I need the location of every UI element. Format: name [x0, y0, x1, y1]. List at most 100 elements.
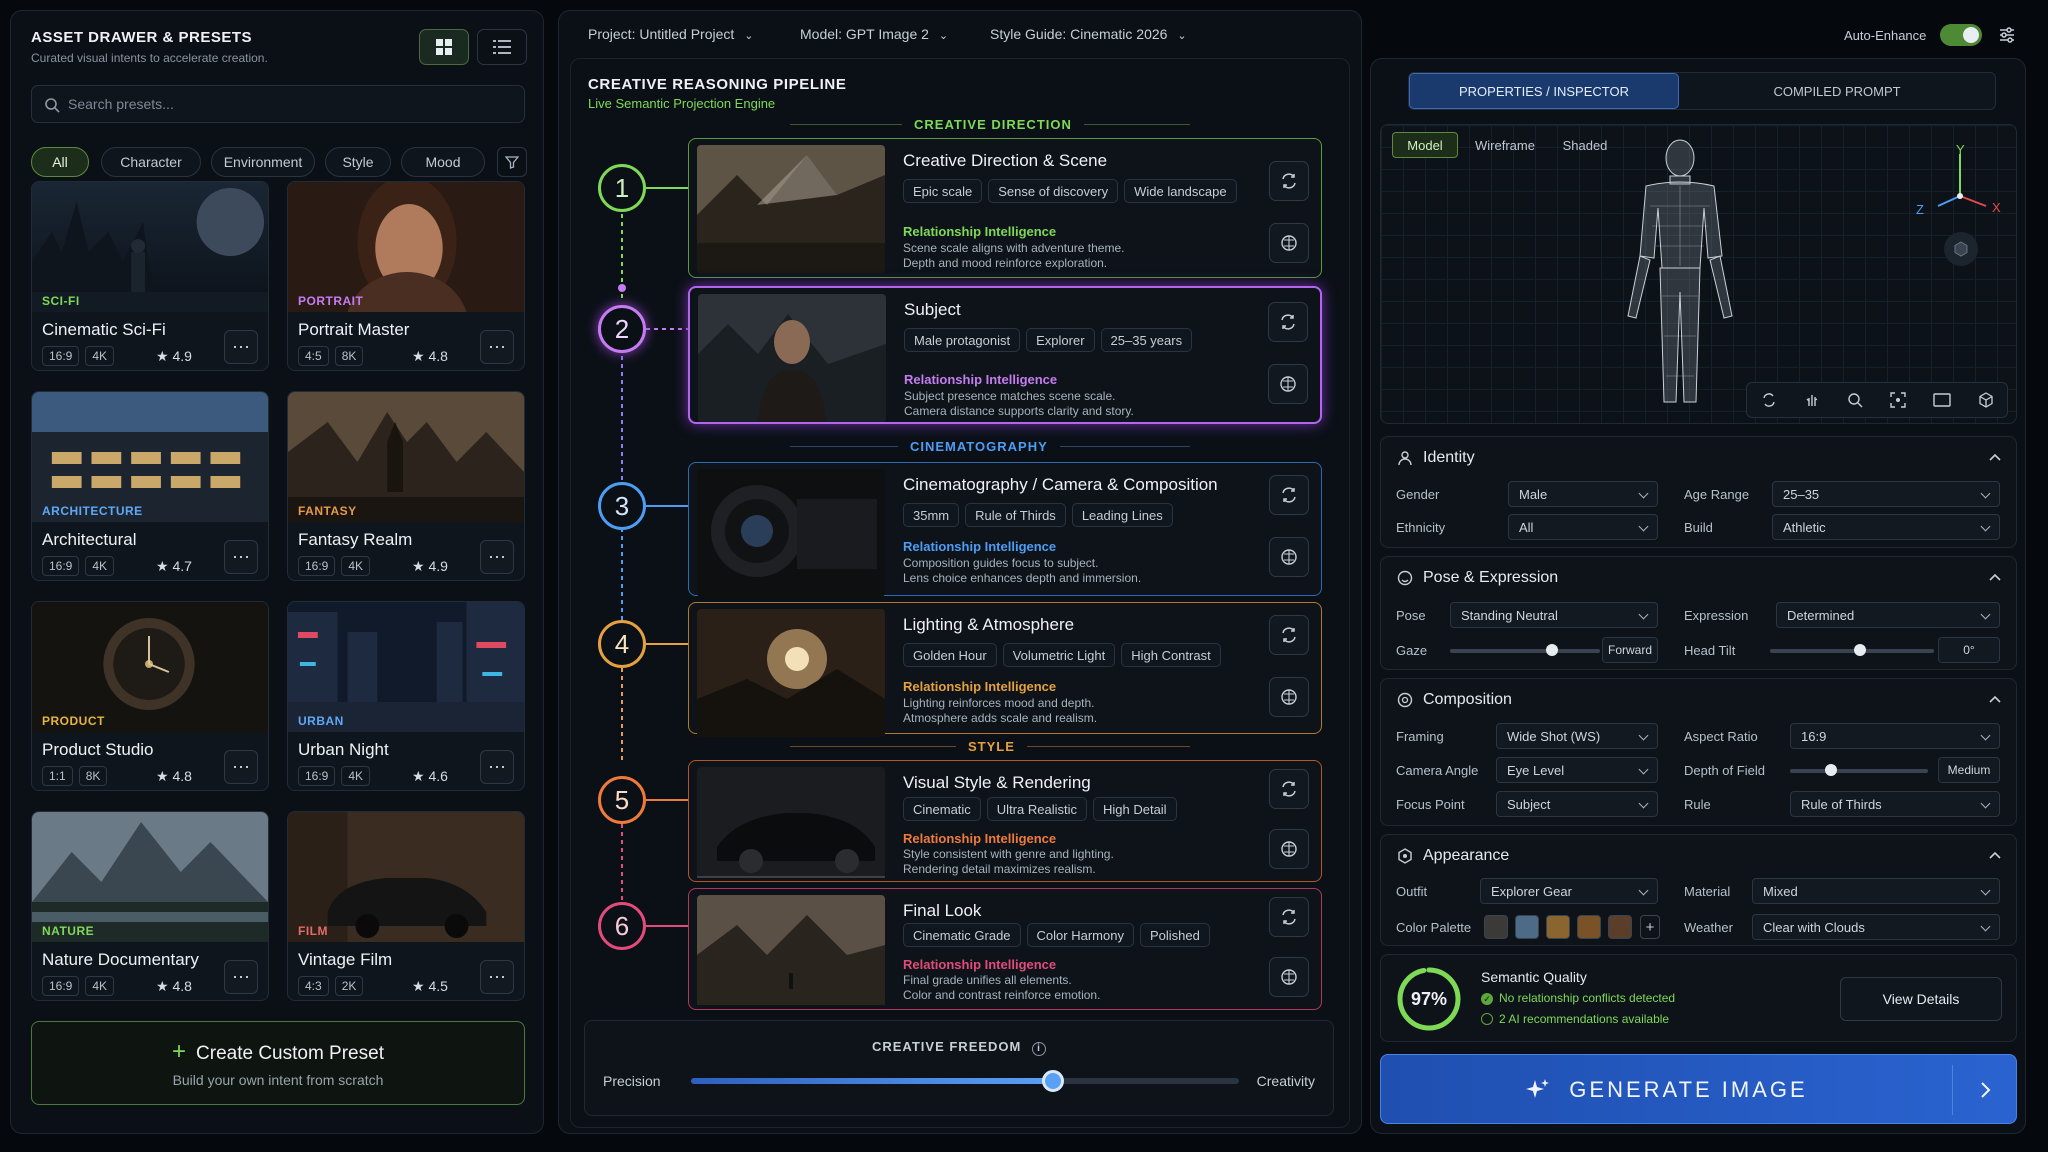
build-select[interactable]: Athletic	[1772, 514, 2000, 540]
step-card-lighting[interactable]: Lighting & Atmosphere Golden Hour Volumet…	[688, 602, 1322, 737]
filter-options-button[interactable]	[497, 147, 527, 177]
color-swatch[interactable]	[1515, 915, 1539, 939]
filter-environment[interactable]: Environment	[211, 147, 315, 177]
pan-hand-icon[interactable]	[1804, 392, 1820, 408]
more-options-button[interactable]: ⋯	[480, 960, 514, 994]
step-card-subject[interactable]: Subject Male protagonist Explorer 25–35 ye…	[688, 286, 1322, 424]
depth-of-field-slider[interactable]	[1790, 764, 1928, 776]
focus-point-select[interactable]: Subject	[1496, 791, 1658, 817]
step-chip[interactable]: High Detail	[1092, 797, 1177, 821]
slider-thumb[interactable]	[1041, 1070, 1064, 1092]
chevron-up-icon[interactable]	[1988, 571, 2002, 585]
project-selector[interactable]: Project: Untitled Project ⌄	[588, 26, 753, 42]
tab-compiled-prompt[interactable]: COMPILED PROMPT	[1680, 73, 1994, 109]
chevron-up-icon[interactable]	[1988, 693, 2002, 707]
preset-card-portrait[interactable]: PORTRAIT Portrait Master 4:5 8K ★ 4.8 ⋯	[287, 181, 525, 371]
outfit-select[interactable]: Explorer Gear	[1480, 878, 1658, 904]
material-select[interactable]: Mixed	[1752, 878, 2000, 904]
color-swatch[interactable]	[1577, 915, 1601, 939]
regenerate-button[interactable]	[1269, 769, 1309, 809]
step-chip[interactable]: Color Harmony	[1026, 923, 1134, 947]
model-selector[interactable]: Model: GPT Image 2 ⌄	[800, 26, 948, 42]
generate-image-button[interactable]: GENERATE IMAGE	[1380, 1054, 2017, 1124]
regenerate-button[interactable]	[1269, 615, 1309, 655]
step-chip[interactable]: Ultra Realistic	[986, 797, 1087, 821]
preset-card-product[interactable]: PRODUCT Product Studio 1:1 8K ★ 4.8 ⋯	[31, 601, 269, 791]
settings-sliders-icon[interactable]	[1998, 26, 2016, 44]
info-icon[interactable]: i	[1032, 1042, 1046, 1056]
step-chip[interactable]: Explorer	[1026, 328, 1095, 352]
step-chip[interactable]: Cinematic Grade	[903, 923, 1021, 947]
preset-card-scifi[interactable]: SCI-FI Cinematic Sci-Fi 16:9 4K ★ 4.9 ⋯	[31, 181, 269, 371]
preset-card-nature[interactable]: NATURE Nature Documentary 16:9 4K ★ 4.8 ⋯	[31, 811, 269, 1001]
step-chip[interactable]: Wide landscape	[1124, 179, 1237, 203]
step-chip[interactable]: Volumetric Light	[1002, 643, 1116, 667]
chevron-right-icon[interactable]	[1980, 1081, 1992, 1099]
framing-select[interactable]: Wide Shot (WS)	[1496, 723, 1658, 749]
step-card-final-look[interactable]: Final Look Cinematic Grade Color Harmony P…	[688, 888, 1322, 1010]
auto-enhance-toggle[interactable]	[1940, 24, 1982, 46]
more-options-button[interactable]: ⋯	[224, 750, 258, 784]
search-input[interactable]: Search presets...	[31, 85, 525, 123]
regenerate-button[interactable]	[1268, 302, 1308, 342]
camera-angle-select[interactable]: Eye Level	[1496, 757, 1658, 783]
more-options-button[interactable]: ⋯	[224, 960, 258, 994]
step-card-visual-style[interactable]: Visual Style & Rendering Cinematic Ultra …	[688, 760, 1322, 882]
step-chip[interactable]: Cinematic	[903, 797, 981, 821]
reasoning-button[interactable]	[1269, 223, 1309, 263]
age-range-select[interactable]: 25–35	[1772, 481, 2000, 507]
step-chip[interactable]: 25–35 years	[1100, 328, 1193, 352]
regenerate-button[interactable]	[1269, 161, 1309, 201]
create-custom-preset-button[interactable]: + Create Custom Preset Build your own int…	[31, 1021, 525, 1105]
style-guide-selector[interactable]: Style Guide: Cinematic 2026 ⌄	[990, 26, 1187, 42]
screen-icon[interactable]	[1932, 393, 1951, 407]
filter-mood[interactable]: Mood	[401, 147, 485, 177]
chevron-up-icon[interactable]	[1988, 849, 2002, 863]
more-options-button[interactable]: ⋯	[224, 540, 258, 574]
more-options-button[interactable]: ⋯	[224, 330, 258, 364]
step-chip[interactable]: Rule of Thirds	[965, 503, 1066, 527]
filter-all[interactable]: All	[31, 147, 89, 177]
head-tilt-slider[interactable]	[1770, 644, 1934, 656]
filter-style[interactable]: Style	[325, 147, 391, 177]
cube-view-icon[interactable]	[1944, 232, 1978, 266]
ethnicity-select[interactable]: All	[1508, 514, 1658, 540]
preset-card-film[interactable]: FILM Vintage Film 4:3 2K ★ 4.5 ⋯	[287, 811, 525, 1001]
step-chip[interactable]: Epic scale	[903, 179, 983, 203]
zoom-icon[interactable]	[1847, 392, 1863, 408]
tab-properties-inspector[interactable]: PROPERTIES / INSPECTOR	[1409, 73, 1679, 109]
color-swatch[interactable]	[1546, 915, 1570, 939]
preset-card-fantasy[interactable]: FANTASY Fantasy Realm 16:9 4K ★ 4.9 ⋯	[287, 391, 525, 581]
reasoning-button[interactable]	[1269, 677, 1309, 717]
step-chip[interactable]: Golden Hour	[903, 643, 997, 667]
slider-thumb[interactable]	[1546, 644, 1558, 656]
step-chip[interactable]: Sense of discovery	[988, 179, 1119, 203]
rule-select[interactable]: Rule of Thirds	[1790, 791, 2000, 817]
more-options-button[interactable]: ⋯	[480, 540, 514, 574]
frame-icon[interactable]	[1889, 392, 1906, 408]
view-mode-model[interactable]: Model	[1392, 132, 1458, 158]
expression-select[interactable]: Determined	[1776, 602, 2000, 628]
pose-select[interactable]: Standing Neutral	[1450, 602, 1658, 628]
step-chip[interactable]: High Contrast	[1121, 643, 1221, 667]
gaze-slider[interactable]	[1450, 644, 1600, 656]
color-swatch[interactable]	[1484, 915, 1508, 939]
view-details-button[interactable]: View Details	[1840, 977, 2002, 1021]
reasoning-button[interactable]	[1269, 829, 1309, 869]
add-color-button[interactable]: +	[1640, 915, 1660, 939]
filter-character[interactable]: Character	[101, 147, 201, 177]
cube-icon[interactable]	[1978, 392, 1994, 408]
chevron-up-icon[interactable]	[1988, 451, 2002, 465]
more-options-button[interactable]: ⋯	[480, 750, 514, 784]
step-chip[interactable]: Male protagonist	[904, 328, 1021, 352]
creative-freedom-slider[interactable]	[691, 1070, 1239, 1092]
step-card-cinematography[interactable]: Cinematography / Camera & Composition 35…	[688, 462, 1322, 597]
regenerate-button[interactable]	[1269, 897, 1309, 937]
preset-card-architecture[interactable]: ARCHITECTURE Architectural 16:9 4K ★ 4.7 …	[31, 391, 269, 581]
aspect-ratio-select[interactable]: 16:9	[1790, 723, 2000, 749]
step-chip[interactable]: Polished	[1139, 923, 1210, 947]
step-card-creative-direction[interactable]: Creative Direction & Scene Epic scale Sen…	[688, 138, 1322, 278]
color-swatch[interactable]	[1608, 915, 1632, 939]
gender-select[interactable]: Male	[1508, 481, 1658, 507]
view-mode-wireframe[interactable]: Wireframe	[1464, 132, 1546, 158]
